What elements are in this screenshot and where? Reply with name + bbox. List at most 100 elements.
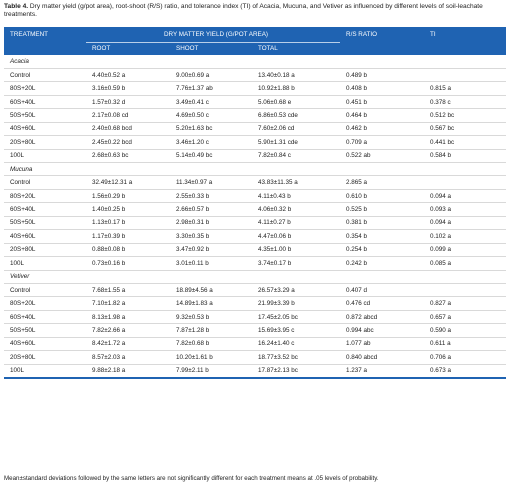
cell-rs: 0.354 b — [340, 229, 425, 244]
cell-total: 4.11±0.43 b — [252, 189, 341, 204]
cell-treatment: 20S+80L — [4, 350, 86, 365]
cell-rs: 0.462 b — [340, 122, 425, 137]
cell-root: 1.40±0.25 b — [86, 202, 170, 217]
table-caption: Table 4. Dry matter yield (g/pot area), … — [4, 3, 504, 20]
cell-rs: 0.709 a — [340, 135, 425, 150]
cell-total: 21.99±3.39 b — [252, 296, 341, 311]
cell-root: 1.17±0.39 b — [86, 229, 170, 244]
cell-root: 1.57±0.32 d — [86, 95, 170, 110]
cell-ti: 0.706 a — [424, 350, 507, 365]
cell-shoot: 9.00±0.69 a — [170, 68, 252, 83]
cell-total: 6.86±0.53 cde — [252, 108, 341, 123]
table-row: 20S+80L 8.57±2.03 a 10.20±1.61 b 18.77±3.52… — [4, 350, 507, 365]
cell-ti: 0.099 a — [424, 243, 507, 258]
cell-ti: 0.093 a — [424, 202, 507, 217]
table-footnote: Mean±standard deviations followed by the… — [4, 475, 379, 482]
cell-shoot: 3.46±1.20 c — [170, 135, 252, 150]
cell-rs: 0.525 b — [340, 202, 425, 217]
cell-total: 7.82±0.84 c — [252, 149, 341, 164]
cell-treatment: 60S+40L — [4, 95, 86, 110]
table-row: 50S+50L 2.17±0.08 cd 4.69±0.50 c 6.86±0.53 … — [4, 108, 507, 123]
cell-shoot: 10.20±1.61 b — [170, 350, 252, 365]
cell-rs: 0.254 b — [340, 243, 425, 258]
cell-shoot: 3.47±0.92 b — [170, 243, 252, 258]
cell-shoot: 7.99±2.11 b — [170, 364, 252, 379]
cell-treatment: 20S+80L — [4, 135, 86, 150]
cell-total: 4.47±0.06 b — [252, 229, 341, 244]
cell-shoot: 5.14±0.49 bc — [170, 149, 252, 164]
section-header-row: Vetiver — [4, 270, 507, 284]
table-row: Control 7.68±1.55 a 18.89±4.56 a 26.57±3.29… — [4, 283, 507, 298]
cell-ti: 0.094 a — [424, 189, 507, 204]
table-row: 40S+60L 1.17±0.39 b 3.30±0.35 b 4.47±0.06 b… — [4, 229, 507, 244]
cell-root: 0.88±0.08 b — [86, 243, 170, 258]
header-treatment: TREATMENT — [4, 27, 86, 55]
cell-total: 5.06±0.68 e — [252, 95, 341, 110]
cell-ti: 0.378 c — [424, 95, 507, 110]
section-name: Mucuna — [4, 162, 507, 177]
table-row: 100L 0.73±0.16 b 3.01±0.11 b 3.74±0.17 b 0.2… — [4, 256, 507, 271]
table-row: 50S+50L 7.82±2.66 a 7.87±1.28 b 15.69±3.95 … — [4, 323, 507, 338]
cell-treatment: 50S+50L — [4, 323, 86, 338]
section-name: Vetiver — [4, 270, 507, 284]
cell-treatment: Control — [4, 175, 86, 190]
table-row: 40S+60L 2.40±0.68 bcd 5.20±1.63 bc 7.60±2.0… — [4, 122, 507, 137]
cell-root: 8.42±1.72 a — [86, 337, 170, 352]
table-row: 60S+40L 1.57±0.32 d 3.49±0.41 c 5.06±0.68 e… — [4, 95, 507, 110]
cell-rs: 0.489 b — [340, 68, 425, 83]
cell-treatment: 100L — [4, 364, 86, 379]
cell-rs: 2.865 a — [340, 175, 425, 190]
cell-treatment: Control — [4, 283, 86, 298]
cell-ti: 0.611 a — [424, 337, 507, 352]
caption-text: Dry matter yield (g/pot area), root-shoo… — [4, 3, 483, 19]
table-label: Table 4. — [4, 3, 29, 10]
cell-treatment: 50S+50L — [4, 108, 86, 123]
cell-root: 1.13±0.17 b — [86, 216, 170, 231]
cell-root: 1.56±0.29 b — [86, 189, 170, 204]
header-total: TOTAL — [252, 42, 341, 55]
cell-treatment: 80S+20L — [4, 296, 86, 311]
cell-total: 4.35±1.00 b — [252, 243, 341, 258]
cell-total: 13.40±0.18 a — [252, 68, 341, 83]
cell-shoot: 7.82±0.68 b — [170, 337, 252, 352]
cell-root: 4.40±0.52 a — [86, 68, 170, 83]
cell-total: 15.69±3.95 c — [252, 323, 341, 338]
cell-total: 7.60±2.06 cd — [252, 122, 341, 137]
cell-treatment: 60S+40L — [4, 202, 86, 217]
table-row: 80S+20L 7.10±1.82 a 14.89±1.83 a 21.99±3.39… — [4, 296, 507, 311]
cell-rs: 1.237 a — [340, 364, 425, 379]
cell-shoot: 5.20±1.63 bc — [170, 122, 252, 137]
cell-treatment: 100L — [4, 256, 86, 271]
cell-treatment: 20S+80L — [4, 243, 86, 258]
cell-total: 4.11±0.27 b — [252, 216, 341, 231]
cell-shoot: 2.66±0.57 b — [170, 202, 252, 217]
cell-rs: 1.077 ab — [340, 337, 425, 352]
table-row: 50S+50L 1.13±0.17 b 2.98±0.31 b 4.11±0.27 b… — [4, 216, 507, 231]
cell-total: 17.45±2.05 bc — [252, 310, 341, 325]
cell-shoot: 7.76±1.37 ab — [170, 81, 252, 96]
header-root: ROOT — [86, 42, 170, 55]
table-row: 20S+80L 2.45±0.22 bcd 3.46±1.20 c 5.90±1.31… — [4, 135, 507, 150]
cell-root: 2.45±0.22 bcd — [86, 135, 170, 150]
cell-treatment: 80S+20L — [4, 189, 86, 204]
cell-ti: 0.657 a — [424, 310, 507, 325]
cell-total: 4.06±0.32 b — [252, 202, 341, 217]
cell-shoot: 9.32±0.53 b — [170, 310, 252, 325]
cell-treatment: 50S+50L — [4, 216, 86, 231]
cell-root: 8.57±2.03 a — [86, 350, 170, 365]
cell-root: 32.49±12.31 a — [86, 175, 170, 190]
header-dry-matter-yield: DRY MATTER YIELD (G/POT AREA) — [86, 27, 341, 43]
table-header: TREATMENT DRY MATTER YIELD (G/POT AREA) … — [4, 27, 507, 55]
cell-root: 7.82±2.66 a — [86, 323, 170, 338]
cell-treatment: 60S+40L — [4, 310, 86, 325]
cell-total: 16.24±1.40 c — [252, 337, 341, 352]
header-rs-ratio: R/S RATIO — [340, 27, 425, 55]
cell-shoot: 4.69±0.50 c — [170, 108, 252, 123]
table-row: 80S+20L 1.56±0.29 b 2.55±0.33 b 4.11±0.43 b… — [4, 189, 507, 204]
cell-treatment: 80S+20L — [4, 81, 86, 96]
cell-shoot: 11.34±0.97 a — [170, 175, 252, 190]
cell-shoot: 2.98±0.31 b — [170, 216, 252, 231]
cell-total: 10.92±1.88 b — [252, 81, 341, 96]
cell-root: 2.68±0.63 bc — [86, 149, 170, 164]
cell-root: 9.88±2.18 a — [86, 364, 170, 379]
